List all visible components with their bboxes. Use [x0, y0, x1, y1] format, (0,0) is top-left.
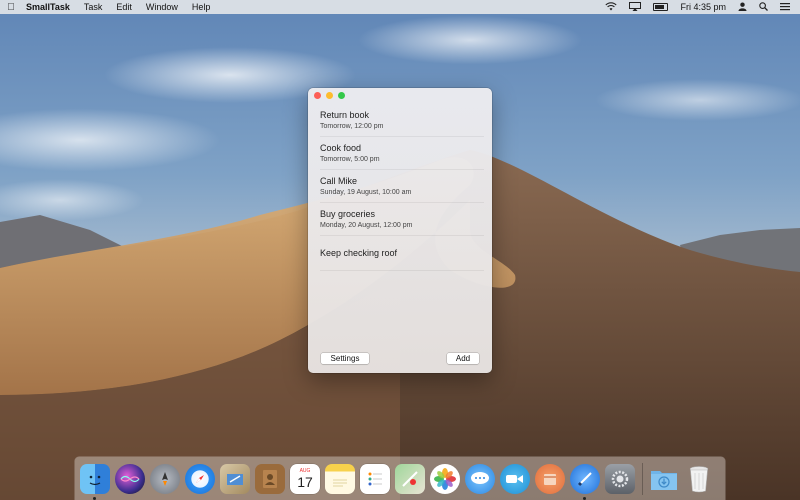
- task-title: Buy groceries: [320, 208, 376, 219]
- minimize-button[interactable]: [326, 92, 333, 99]
- close-button[interactable]: [314, 92, 321, 99]
- user-icon[interactable]: [738, 2, 747, 13]
- launchpad-icon[interactable]: [150, 463, 180, 494]
- siri-icon[interactable]: [115, 463, 145, 494]
- task-row[interactable]: Keep checking roof: [320, 236, 484, 271]
- smalltask-app-icon[interactable]: [535, 463, 565, 494]
- task-row[interactable]: Buy groceries Monday, 20 August, 12:00 p…: [320, 203, 484, 236]
- safari-icon[interactable]: [185, 463, 215, 494]
- task-row[interactable]: Call Mike Sunday, 19 August, 10:00 am: [320, 170, 484, 203]
- contacts-icon[interactable]: [255, 463, 285, 494]
- running-indicator: [583, 496, 586, 500]
- calendar-day: 17: [297, 473, 313, 490]
- system-preferences-icon[interactable]: [605, 463, 635, 494]
- search-icon[interactable]: [759, 1, 768, 13]
- dock-separator: [642, 462, 643, 495]
- menu-window[interactable]: Window: [146, 2, 178, 12]
- task-list: Return book Tomorrow, 12:00 pm Cook food…: [320, 104, 484, 271]
- running-indicator: [93, 496, 96, 500]
- task-date: Monday, 20 August, 12:00 pm: [320, 221, 413, 229]
- notes-icon[interactable]: [325, 463, 355, 494]
- task-title: Keep checking roof: [320, 248, 398, 258]
- clock[interactable]: Fri 4:35 pm: [680, 2, 726, 12]
- calendar-icon[interactable]: AUG 17: [290, 463, 320, 494]
- zoom-button[interactable]: [338, 92, 345, 99]
- trash-icon[interactable]: [684, 464, 714, 494]
- add-button[interactable]: Add: [447, 353, 479, 364]
- task-row[interactable]: Cook food Tomorrow, 5:00 pm: [320, 137, 484, 170]
- settings-button[interactable]: Settings: [321, 353, 369, 364]
- task-date: Sunday, 19 August, 10:00 am: [320, 188, 412, 196]
- maps-icon[interactable]: [395, 463, 425, 494]
- wifi-icon[interactable]: [605, 1, 618, 13]
- window-controls: [314, 92, 345, 99]
- smalltask-window: Return book Tomorrow, 12:00 pm Cook food…: [308, 88, 492, 373]
- battery-icon[interactable]: [653, 3, 669, 11]
- finder-icon[interactable]: [80, 463, 110, 500]
- xcode-icon[interactable]: [570, 463, 600, 500]
- task-title: Cook food: [320, 142, 362, 153]
- menu-edit[interactable]: Edit: [116, 2, 132, 12]
- task-title: Return book: [320, 109, 370, 120]
- dock: AUG 17: [75, 457, 725, 500]
- messages-icon[interactable]: [465, 463, 495, 494]
- downloads-folder-icon[interactable]: [649, 464, 679, 494]
- task-date: Tomorrow, 5:00 pm: [320, 155, 380, 163]
- task-date: Tomorrow, 12:00 pm: [320, 122, 384, 130]
- menu-bar:  SmallTask Task Edit Window Help Fri 4:…: [0, 0, 800, 14]
- airplay-icon[interactable]: [629, 1, 642, 13]
- task-title: Call Mike: [320, 175, 358, 186]
- photos-icon[interactable]: [430, 463, 460, 494]
- task-row[interactable]: Return book Tomorrow, 12:00 pm: [320, 104, 484, 137]
- list-icon[interactable]: [780, 2, 790, 13]
- status-area: Fri 4:35 pm: [605, 1, 800, 13]
- apple-menu-icon[interactable]: : [0, 2, 22, 13]
- facetime-icon[interactable]: [500, 463, 530, 494]
- menu-app-name[interactable]: SmallTask: [26, 2, 70, 12]
- menu-task[interactable]: Task: [84, 2, 103, 12]
- desktop:  SmallTask Task Edit Window Help Fri 4:…: [0, 0, 800, 500]
- mail-icon[interactable]: [220, 463, 250, 494]
- menu-help[interactable]: Help: [192, 2, 211, 12]
- reminders-icon[interactable]: [360, 463, 390, 494]
